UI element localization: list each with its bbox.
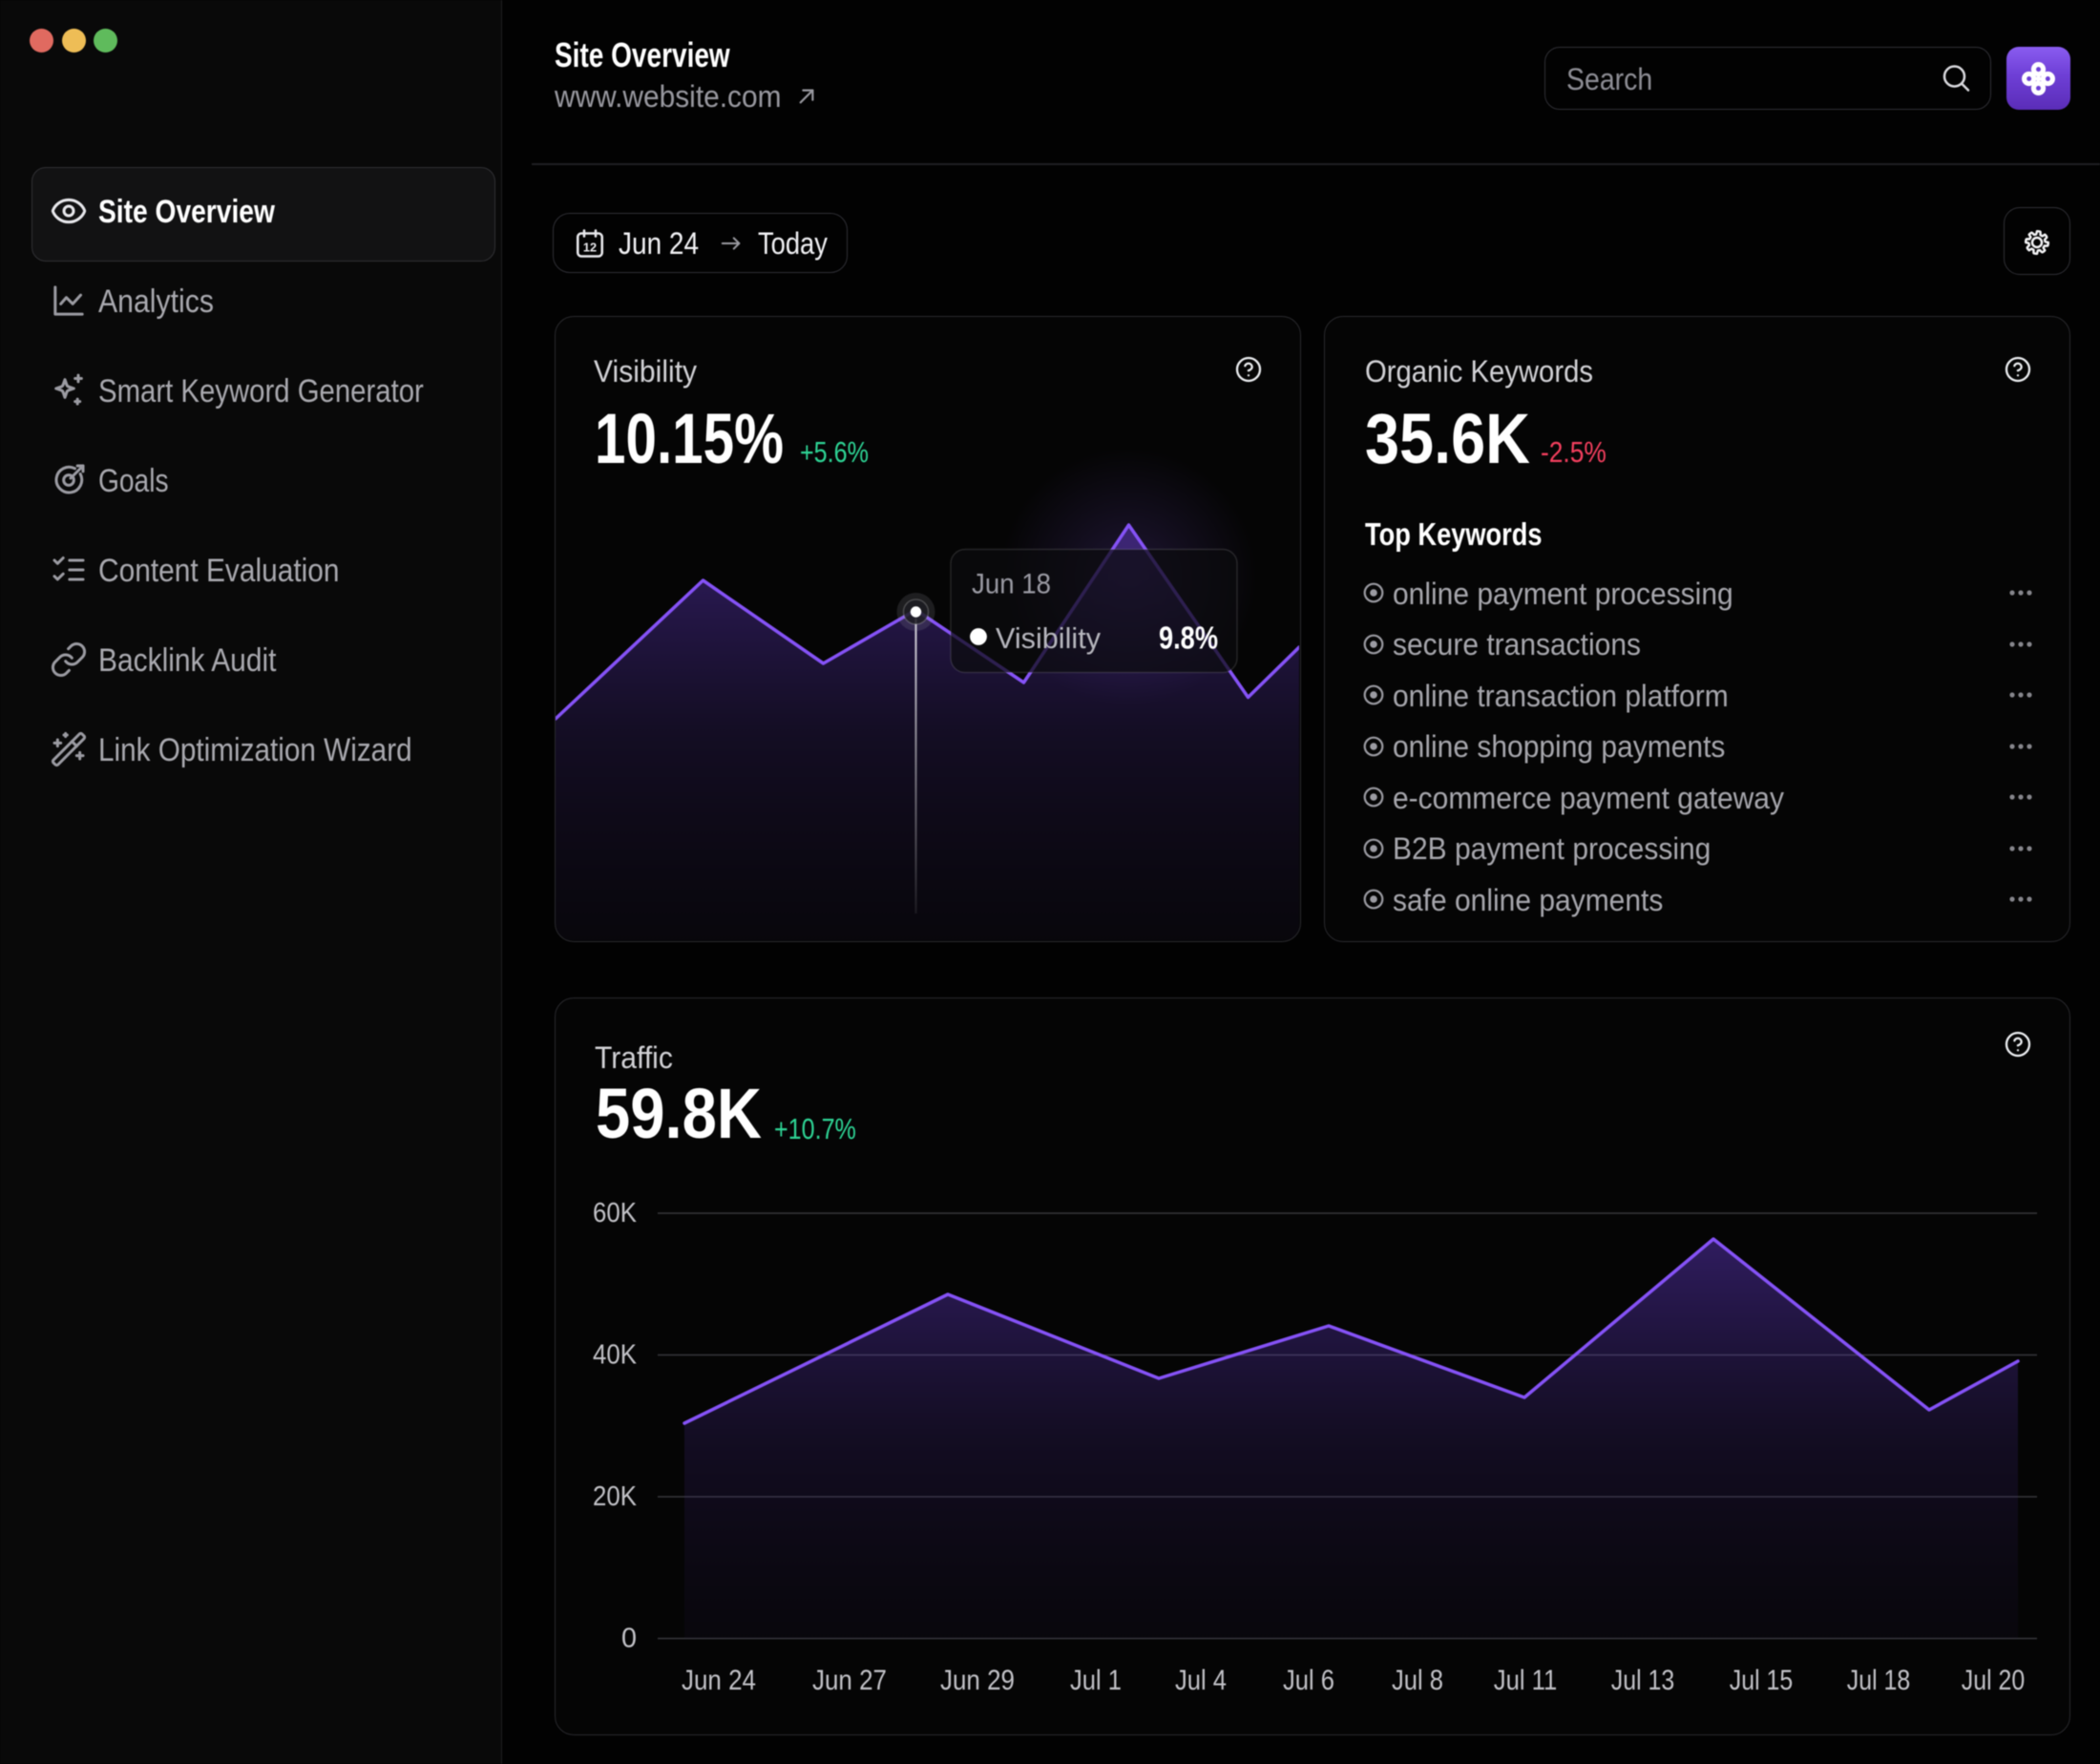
svg-text:Jun 27: Jun 27	[812, 1665, 887, 1696]
svg-text:Jul 13: Jul 13	[1611, 1665, 1675, 1696]
svg-text:Jul 6: Jul 6	[1283, 1665, 1334, 1696]
svg-text:60K: 60K	[593, 1198, 638, 1228]
svg-text:12: 12	[583, 240, 597, 254]
svg-text:Jul 8: Jul 8	[1392, 1665, 1443, 1696]
svg-text:Jul 4: Jul 4	[1175, 1665, 1227, 1696]
svg-text:Jul 11: Jul 11	[1494, 1665, 1558, 1696]
svg-text:Jul 18: Jul 18	[1847, 1665, 1911, 1696]
svg-text:Jul 15: Jul 15	[1730, 1665, 1794, 1696]
svg-text:Jul 1: Jul 1	[1070, 1665, 1122, 1696]
svg-text:Jun 24: Jun 24	[682, 1665, 756, 1696]
svg-text:Jul 20: Jul 20	[1962, 1665, 2026, 1696]
svg-text:9.8%: 9.8%	[1159, 620, 1218, 656]
svg-text:Jun 18: Jun 18	[972, 569, 1051, 600]
svg-text:20K: 20K	[593, 1481, 638, 1512]
svg-text:Jun 29: Jun 29	[940, 1665, 1015, 1696]
svg-text:0: 0	[621, 1624, 637, 1654]
svg-text:40K: 40K	[593, 1340, 638, 1371]
svg-text:Visibility: Visibility	[996, 621, 1101, 655]
